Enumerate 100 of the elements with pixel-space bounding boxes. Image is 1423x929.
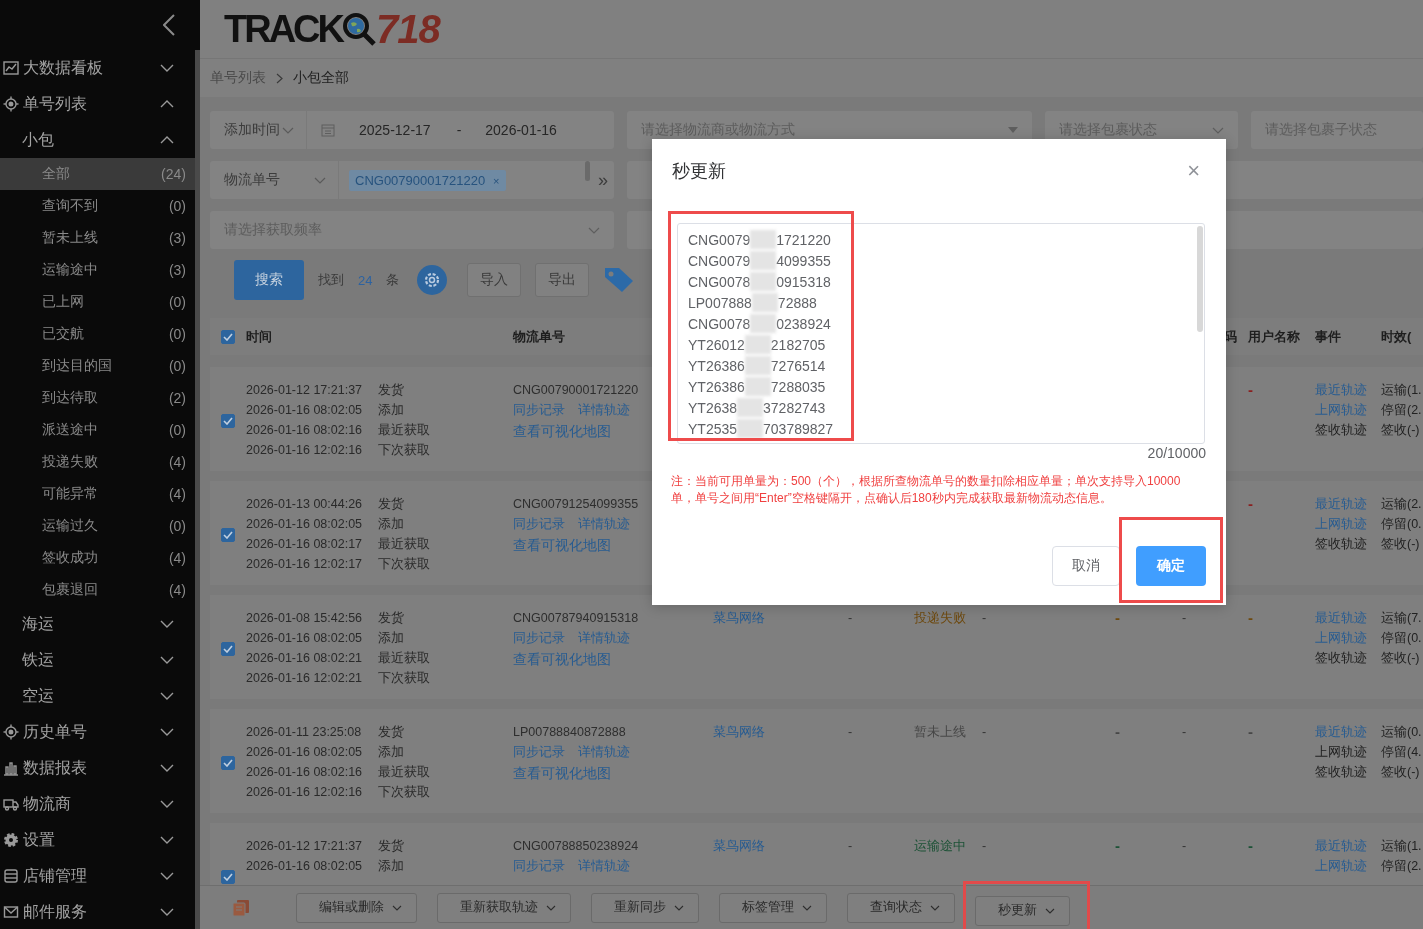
nav-subitem[interactable]: 包裹退回 (4) bbox=[0, 574, 195, 606]
timestamp-text: 2026-01-16 12:02:17 bbox=[246, 557, 364, 571]
date-range-field[interactable]: 添加时间 2025-12-17 - 2026-01-16 bbox=[210, 111, 614, 149]
nav-subitem[interactable]: 派送途中 (0) bbox=[0, 414, 195, 446]
nav-subitem[interactable]: 可能异常 (4) bbox=[0, 478, 195, 510]
duration-text: 停留(4. bbox=[1381, 744, 1423, 761]
checkbox[interactable] bbox=[221, 642, 235, 656]
nav-item[interactable]: 空运 bbox=[0, 678, 195, 714]
count-text: (0) bbox=[168, 198, 186, 214]
dropdown-button[interactable]: 秒更新 bbox=[975, 895, 1070, 926]
close-button[interactable]: × bbox=[1181, 161, 1206, 181]
dropdown-button[interactable]: 重新同步 bbox=[591, 892, 699, 923]
nav-subitem[interactable]: 到达目的国 (0) bbox=[0, 350, 195, 382]
timestamp-label: 下次获取 bbox=[378, 669, 430, 687]
nav-item[interactable]: 小包 bbox=[0, 122, 195, 158]
nav-item[interactable]: 铁运 bbox=[0, 642, 195, 678]
nav-subitem[interactable]: 全部 (24) bbox=[0, 158, 195, 190]
checkbox[interactable] bbox=[221, 870, 235, 884]
duration-text: 运输(7. bbox=[1381, 610, 1423, 627]
nav-subitem[interactable]: 已上网 (0) bbox=[0, 286, 195, 318]
table-cell: - bbox=[1182, 611, 1187, 625]
checkbox[interactable] bbox=[221, 528, 235, 542]
import-button[interactable]: 导入 bbox=[467, 263, 522, 297]
tracking-number-field[interactable]: 物流单号 CNG00790001721220 × » bbox=[210, 161, 614, 199]
count-text: (4) bbox=[168, 550, 186, 566]
nav-label: 包裹退回 bbox=[42, 581, 99, 599]
dropdown-button[interactable]: 标签管理 bbox=[719, 892, 827, 923]
search-button[interactable]: 搜索 bbox=[234, 260, 304, 300]
date-separator: - bbox=[456, 122, 462, 138]
timestamp-label: 最近获取 bbox=[378, 535, 430, 553]
nav-label: 签收成功 bbox=[42, 549, 99, 567]
track-link[interactable]: 上网轨迹 bbox=[1315, 742, 1381, 762]
dropdown-button[interactable]: 查询状态 bbox=[847, 892, 955, 923]
nav-item[interactable]: 店铺管理 bbox=[0, 858, 195, 894]
count-text: (0) bbox=[168, 518, 186, 534]
nav-subitem[interactable]: 运输过久 (0) bbox=[0, 510, 195, 542]
nav-subitem[interactable]: 已交航 (0) bbox=[0, 318, 195, 350]
nav-subitem[interactable]: 签收成功 (4) bbox=[0, 542, 195, 574]
timestamp-text: 2026-01-16 08:02:16 bbox=[246, 423, 364, 437]
tracking-number-text: CNG0079 bbox=[688, 252, 751, 269]
nav-subitem[interactable]: 查询不到 (0) bbox=[0, 190, 195, 222]
settings-button[interactable] bbox=[417, 265, 448, 295]
track-link[interactable]: 签收轨迹 bbox=[1315, 648, 1381, 668]
tracking-number-text: 0915318 bbox=[776, 273, 831, 290]
chevron-down-icon bbox=[392, 904, 402, 911]
nav-item[interactable]: 物流商 bbox=[0, 786, 195, 822]
tracking-numbers-textarea[interactable]: CNG0079 1721220 CNG0079 4099355 CNG0078 0915318 LP007888 72888 CNG0078 0238924 YT26012 2182705 YT26386 7276514 YT26386 7288035 YT2638 37282743 YT2535 703789827 bbox=[677, 223, 1205, 444]
track-link[interactable]: 签收轨迹 bbox=[1315, 420, 1381, 440]
checkbox[interactable] bbox=[221, 329, 235, 344]
tracking-number-text: 37282743 bbox=[763, 399, 826, 416]
nav-label: 派送途中 bbox=[42, 421, 99, 439]
column-header: 用户名称 bbox=[1248, 329, 1300, 344]
nav-item[interactable]: 设置 bbox=[0, 822, 195, 858]
checkbox[interactable] bbox=[221, 414, 235, 428]
checkbox[interactable] bbox=[221, 756, 235, 770]
nav-item[interactable]: 数据报表 bbox=[0, 750, 195, 786]
track-link[interactable]: 签收轨迹 bbox=[1315, 534, 1381, 554]
expand-button[interactable]: » bbox=[598, 169, 608, 191]
table-cell: - bbox=[1248, 495, 1253, 512]
timestamp-text: 2026-01-16 08:02:05 bbox=[246, 859, 364, 873]
table-cell: - bbox=[848, 839, 853, 853]
collapse-icon[interactable] bbox=[163, 14, 175, 36]
timestamp-label: 添加 bbox=[378, 857, 404, 875]
chevron-down-icon bbox=[674, 904, 684, 911]
tracking-number-text: CNG00788850238924 bbox=[513, 838, 639, 855]
timestamp-text: 2026-01-16 08:02:05 bbox=[246, 403, 364, 417]
nav-subitem[interactable]: 到达待取 (2) bbox=[0, 382, 195, 414]
nav-label: 运输途中 bbox=[42, 261, 99, 279]
redacted-block bbox=[750, 314, 777, 333]
confirm-button[interactable]: 确定 bbox=[1136, 546, 1206, 586]
scrollbar[interactable] bbox=[585, 161, 590, 181]
nav-item[interactable]: 单号列表 bbox=[0, 86, 195, 122]
count-text: (0) bbox=[168, 358, 186, 374]
nav-item[interactable]: 历史单号 bbox=[0, 714, 195, 750]
nav-subitem[interactable]: 投递失败 (4) bbox=[0, 446, 195, 478]
nav-label: 店铺管理 bbox=[23, 865, 88, 886]
dropdown-button[interactable]: 重新获取轨迹 bbox=[437, 892, 571, 923]
timestamp-label: 下次获取 bbox=[378, 783, 430, 801]
tag-close-button[interactable]: × bbox=[493, 174, 500, 187]
chevron-down-icon bbox=[802, 904, 812, 911]
nav-subitem[interactable]: 暂未上线 (3) bbox=[0, 222, 195, 254]
timestamp-text: 2026-01-16 08:02:05 bbox=[246, 745, 364, 759]
nav-label: 已交航 bbox=[42, 325, 85, 343]
timestamp-label: 最近获取 bbox=[378, 649, 430, 667]
table-cell: - bbox=[1115, 609, 1120, 626]
nav-item[interactable]: 大数据看板 bbox=[0, 50, 195, 86]
nav-item[interactable]: 海运 bbox=[0, 606, 195, 642]
table-cell: - bbox=[1248, 837, 1253, 854]
export-button[interactable]: 导出 bbox=[535, 263, 590, 297]
track-link[interactable]: 签收轨迹 bbox=[1315, 762, 1381, 782]
nav-item[interactable]: 邮件服务 bbox=[0, 894, 195, 929]
nav-subitem[interactable]: 运输途中 (3) bbox=[0, 254, 195, 286]
nav-label: 可能异常 bbox=[42, 485, 99, 503]
dropdown-button[interactable]: 编辑或删除 bbox=[296, 892, 417, 923]
count-text: (4) bbox=[168, 486, 186, 502]
timestamp-label: 添加 bbox=[378, 401, 404, 419]
result-label: 条 bbox=[386, 271, 400, 289]
cancel-button[interactable]: 取消 bbox=[1052, 546, 1120, 586]
timestamp-text: 2026-01-11 23:25:08 bbox=[246, 725, 363, 739]
nav-label: 投递失败 bbox=[42, 453, 99, 471]
